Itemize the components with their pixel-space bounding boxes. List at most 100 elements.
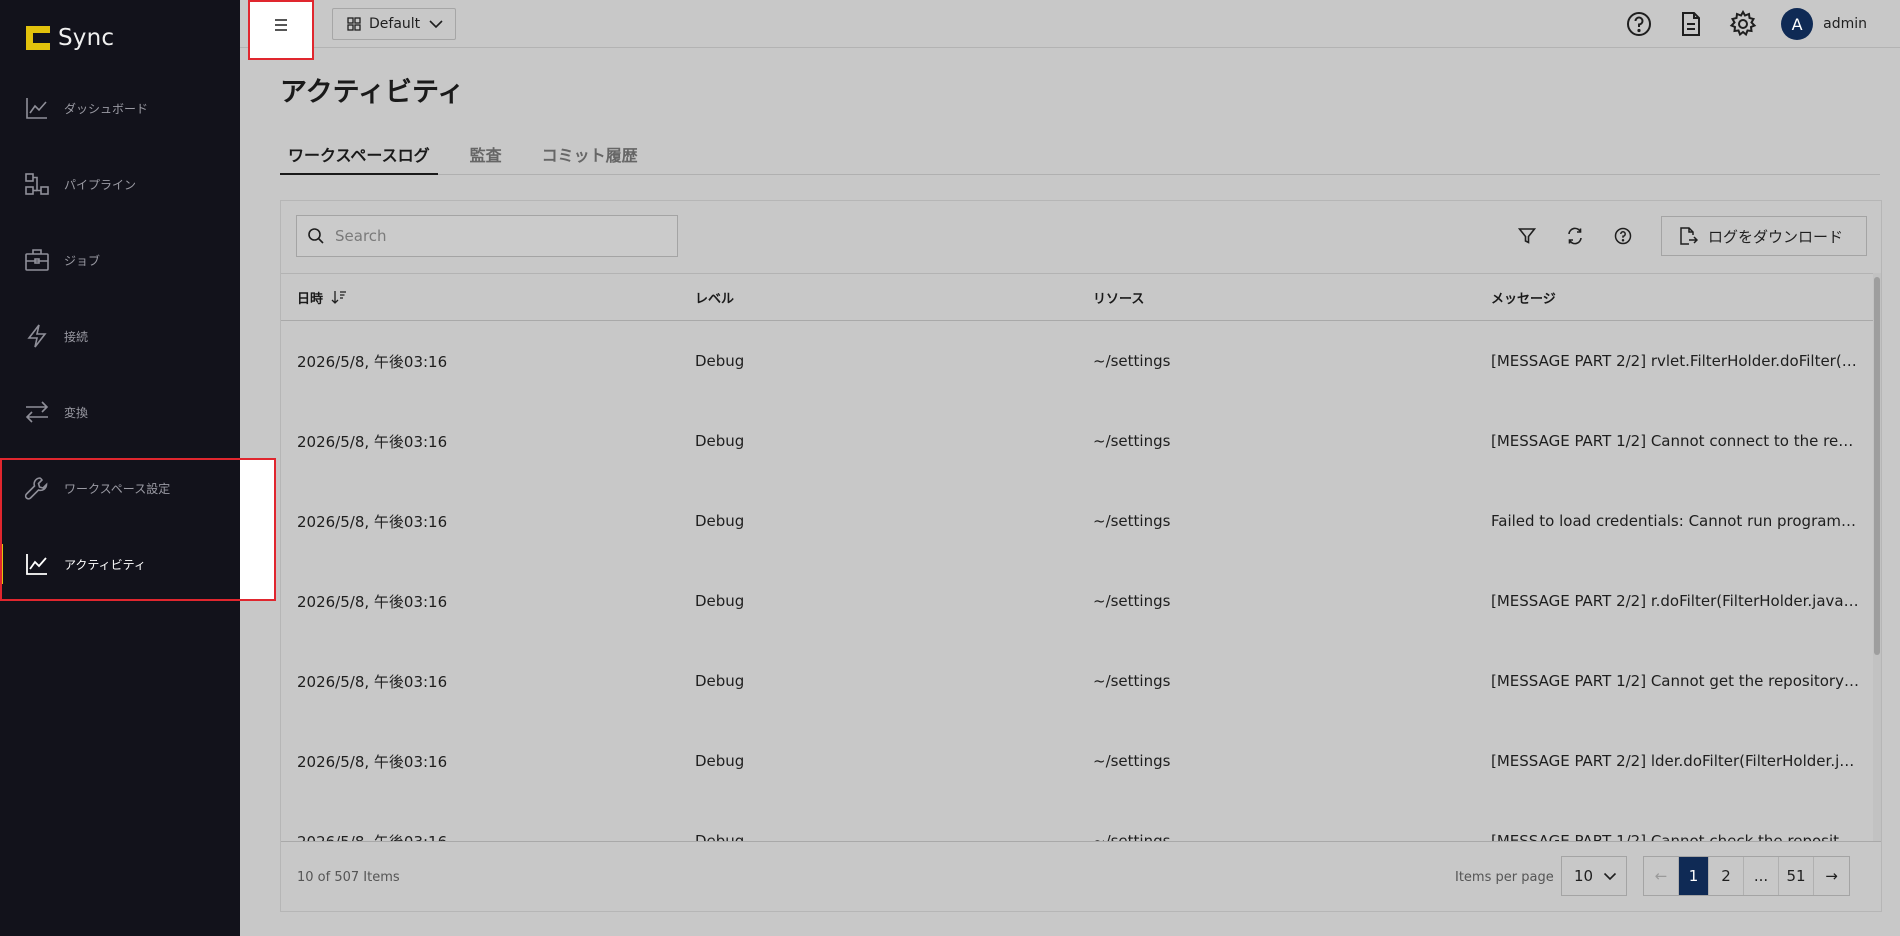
item-count: 10 of 507 Items <box>297 870 400 885</box>
cell-message: [MESSAGE PART 1/2] Cannot get the reposi… <box>1491 672 1864 690</box>
tab-audit[interactable]: 監査 <box>462 134 510 175</box>
column-header-level: レベル <box>695 291 735 307</box>
download-logs-label: ログをダウンロード <box>1708 227 1844 246</box>
app-logo[interactable]: Sync <box>24 22 114 54</box>
export-file-icon <box>1680 227 1698 245</box>
chevron-down-icon <box>429 20 443 29</box>
sidebar-item-dashboard[interactable]: ダッシュボード <box>0 70 240 146</box>
pagination: ← 1 2 ... 51 → <box>1643 856 1850 896</box>
table-row[interactable]: 2026/5/8, 午後03:16 Debug ~/settings [MESS… <box>281 721 1873 801</box>
log-table-card: ログをダウンロード 日時 レベル リソース メッセージ 2026/5/8, 午後… <box>280 200 1882 912</box>
filter-button[interactable] <box>1503 216 1551 256</box>
page-button-51[interactable]: 51 <box>1779 857 1814 895</box>
sidebar-item-label: パイプライン <box>64 177 137 192</box>
cell-level: Debug <box>695 592 745 610</box>
search-input[interactable] <box>335 227 655 245</box>
scrollbar-thumb[interactable] <box>1874 277 1880 655</box>
cell-level: Debug <box>695 352 745 370</box>
table-row[interactable]: 2026/5/8, 午後03:16 Debug ~/settings Faile… <box>281 481 1873 561</box>
page-button-1[interactable]: 1 <box>1679 857 1709 895</box>
sidebar-item-label: 変換 <box>64 405 89 420</box>
settings-button[interactable] <box>1717 0 1769 48</box>
download-logs-button[interactable]: ログをダウンロード <box>1661 216 1867 256</box>
user-name: admin <box>1823 16 1867 32</box>
cell-datetime: 2026/5/8, 午後03:16 <box>297 352 448 371</box>
page-title: アクティビティ <box>280 77 465 108</box>
sidebar-item-label: ワークスペース設定 <box>64 481 171 496</box>
sidebar-item-workspace-settings[interactable]: ワークスペース設定 <box>0 450 240 526</box>
next-page-button[interactable]: → <box>1814 857 1849 895</box>
cell-resource: ~/settings <box>1093 752 1171 770</box>
sidebar-item-transform[interactable]: 変換 <box>0 374 240 450</box>
user-menu[interactable]: A admin <box>1769 8 1900 40</box>
table-row[interactable]: 2026/5/8, 午後03:16 Debug ~/settings [MESS… <box>281 801 1873 841</box>
cell-message: Failed to load credentials: Cannot run p… <box>1491 512 1868 530</box>
sidebar-nav: ダッシュボード パイプライン ジョブ 接続 変換 ワークスペース設定 アクティビ… <box>0 70 240 602</box>
help-circle-icon <box>1614 227 1632 245</box>
top-actions: A admin <box>1613 0 1900 48</box>
sidebar-item-jobs[interactable]: ジョブ <box>0 222 240 298</box>
arrows-exchange-icon <box>24 399 50 425</box>
table-help-button[interactable] <box>1599 216 1647 256</box>
table-row[interactable]: 2026/5/8, 午後03:16 Debug ~/settings [MESS… <box>281 641 1873 721</box>
cell-level: Debug <box>695 672 745 690</box>
sidebar-item-label: ダッシュボード <box>64 101 149 116</box>
sidebar-item-label: ジョブ <box>64 253 101 268</box>
column-header-message: メッセージ <box>1491 291 1556 307</box>
tab-workspace-log[interactable]: ワークスペースログ <box>280 134 438 175</box>
cell-datetime: 2026/5/8, 午後03:16 <box>297 592 448 611</box>
table-toolbar: ログをダウンロード <box>281 201 1881 273</box>
prev-page-button[interactable]: ← <box>1644 857 1679 895</box>
menu-toggle-button[interactable] <box>248 0 314 60</box>
cell-resource: ~/settings <box>1093 512 1171 530</box>
highlight-fill <box>240 460 274 599</box>
sidebar-item-activity[interactable]: アクティビティ <box>0 526 240 602</box>
grid-icon <box>347 17 361 31</box>
page-button-2[interactable]: 2 <box>1709 857 1744 895</box>
table-row[interactable]: 2026/5/8, 午後03:16 Debug ~/settings [MESS… <box>281 561 1873 641</box>
refresh-button[interactable] <box>1551 216 1599 256</box>
cell-message: [MESSAGE PART 2/2] rvlet.FilterHolder.do… <box>1491 352 1868 370</box>
sidebar-item-connections[interactable]: 接続 <box>0 298 240 374</box>
cell-level: Debug <box>695 752 745 770</box>
cell-message: [MESSAGE PART 2/2] r.doFilter(FilterHold… <box>1491 592 1873 610</box>
items-per-page-value: 10 <box>1574 867 1594 885</box>
column-header-datetime[interactable]: 日時 <box>281 288 679 307</box>
table-row[interactable]: 2026/5/8, 午後03:16 Debug ~/settings [MESS… <box>281 321 1873 401</box>
cell-level: Debug <box>695 832 745 841</box>
items-per-page-select[interactable]: 10 <box>1561 856 1627 896</box>
cell-datetime: 2026/5/8, 午後03:16 <box>297 752 448 771</box>
table-row[interactable]: 2026/5/8, 午後03:16 Debug ~/settings [MESS… <box>281 401 1873 481</box>
workspace-selector[interactable]: Default <box>332 8 456 40</box>
chart-line-icon <box>24 551 50 577</box>
gear-icon <box>1729 10 1757 37</box>
items-per-page-label: Items per page <box>1455 870 1554 885</box>
table-footer: 10 of 507 Items Items per page 10 ← 1 2 … <box>281 841 1881 913</box>
cell-message: [MESSAGE PART 2/2] lder.doFilter(FilterH… <box>1491 752 1863 770</box>
column-header-resource: リソース <box>1093 291 1145 307</box>
cell-datetime: 2026/5/8, 午後03:16 <box>297 432 448 451</box>
tab-commit-history[interactable]: コミット履歴 <box>534 134 646 175</box>
app-name: Sync <box>58 25 115 51</box>
wrench-icon <box>24 475 50 501</box>
docs-button[interactable] <box>1665 0 1717 48</box>
sidebar-item-pipeline[interactable]: パイプライン <box>0 146 240 222</box>
sidebar-item-label: 接続 <box>64 329 89 344</box>
cell-level: Debug <box>695 512 745 530</box>
top-bar: Default A admin <box>240 0 1900 60</box>
cell-datetime: 2026/5/8, 午後03:16 <box>297 672 448 691</box>
cell-message: [MESSAGE PART 1/2] Cannot connect to the… <box>1491 432 1868 450</box>
pipeline-icon <box>24 171 50 197</box>
table-header: 日時 レベル リソース メッセージ <box>281 273 1873 321</box>
cell-message: [MESSAGE PART 1/2] Cannot check the repo… <box>1491 832 1868 841</box>
cell-level: Debug <box>695 432 745 450</box>
sidebar: Sync ダッシュボード パイプライン ジョブ 接続 変換 ワークスペース設定 … <box>0 0 240 936</box>
sidebar-item-label: アクティビティ <box>64 557 146 572</box>
table-body: 2026/5/8, 午後03:16 Debug ~/settings [MESS… <box>281 321 1873 841</box>
search-box[interactable] <box>296 215 678 257</box>
cell-resource: ~/settings <box>1093 672 1171 690</box>
help-button[interactable] <box>1613 0 1665 48</box>
workspace-name: Default <box>369 16 421 32</box>
page-ellipsis: ... <box>1744 857 1779 895</box>
hamburger-icon <box>275 19 287 31</box>
